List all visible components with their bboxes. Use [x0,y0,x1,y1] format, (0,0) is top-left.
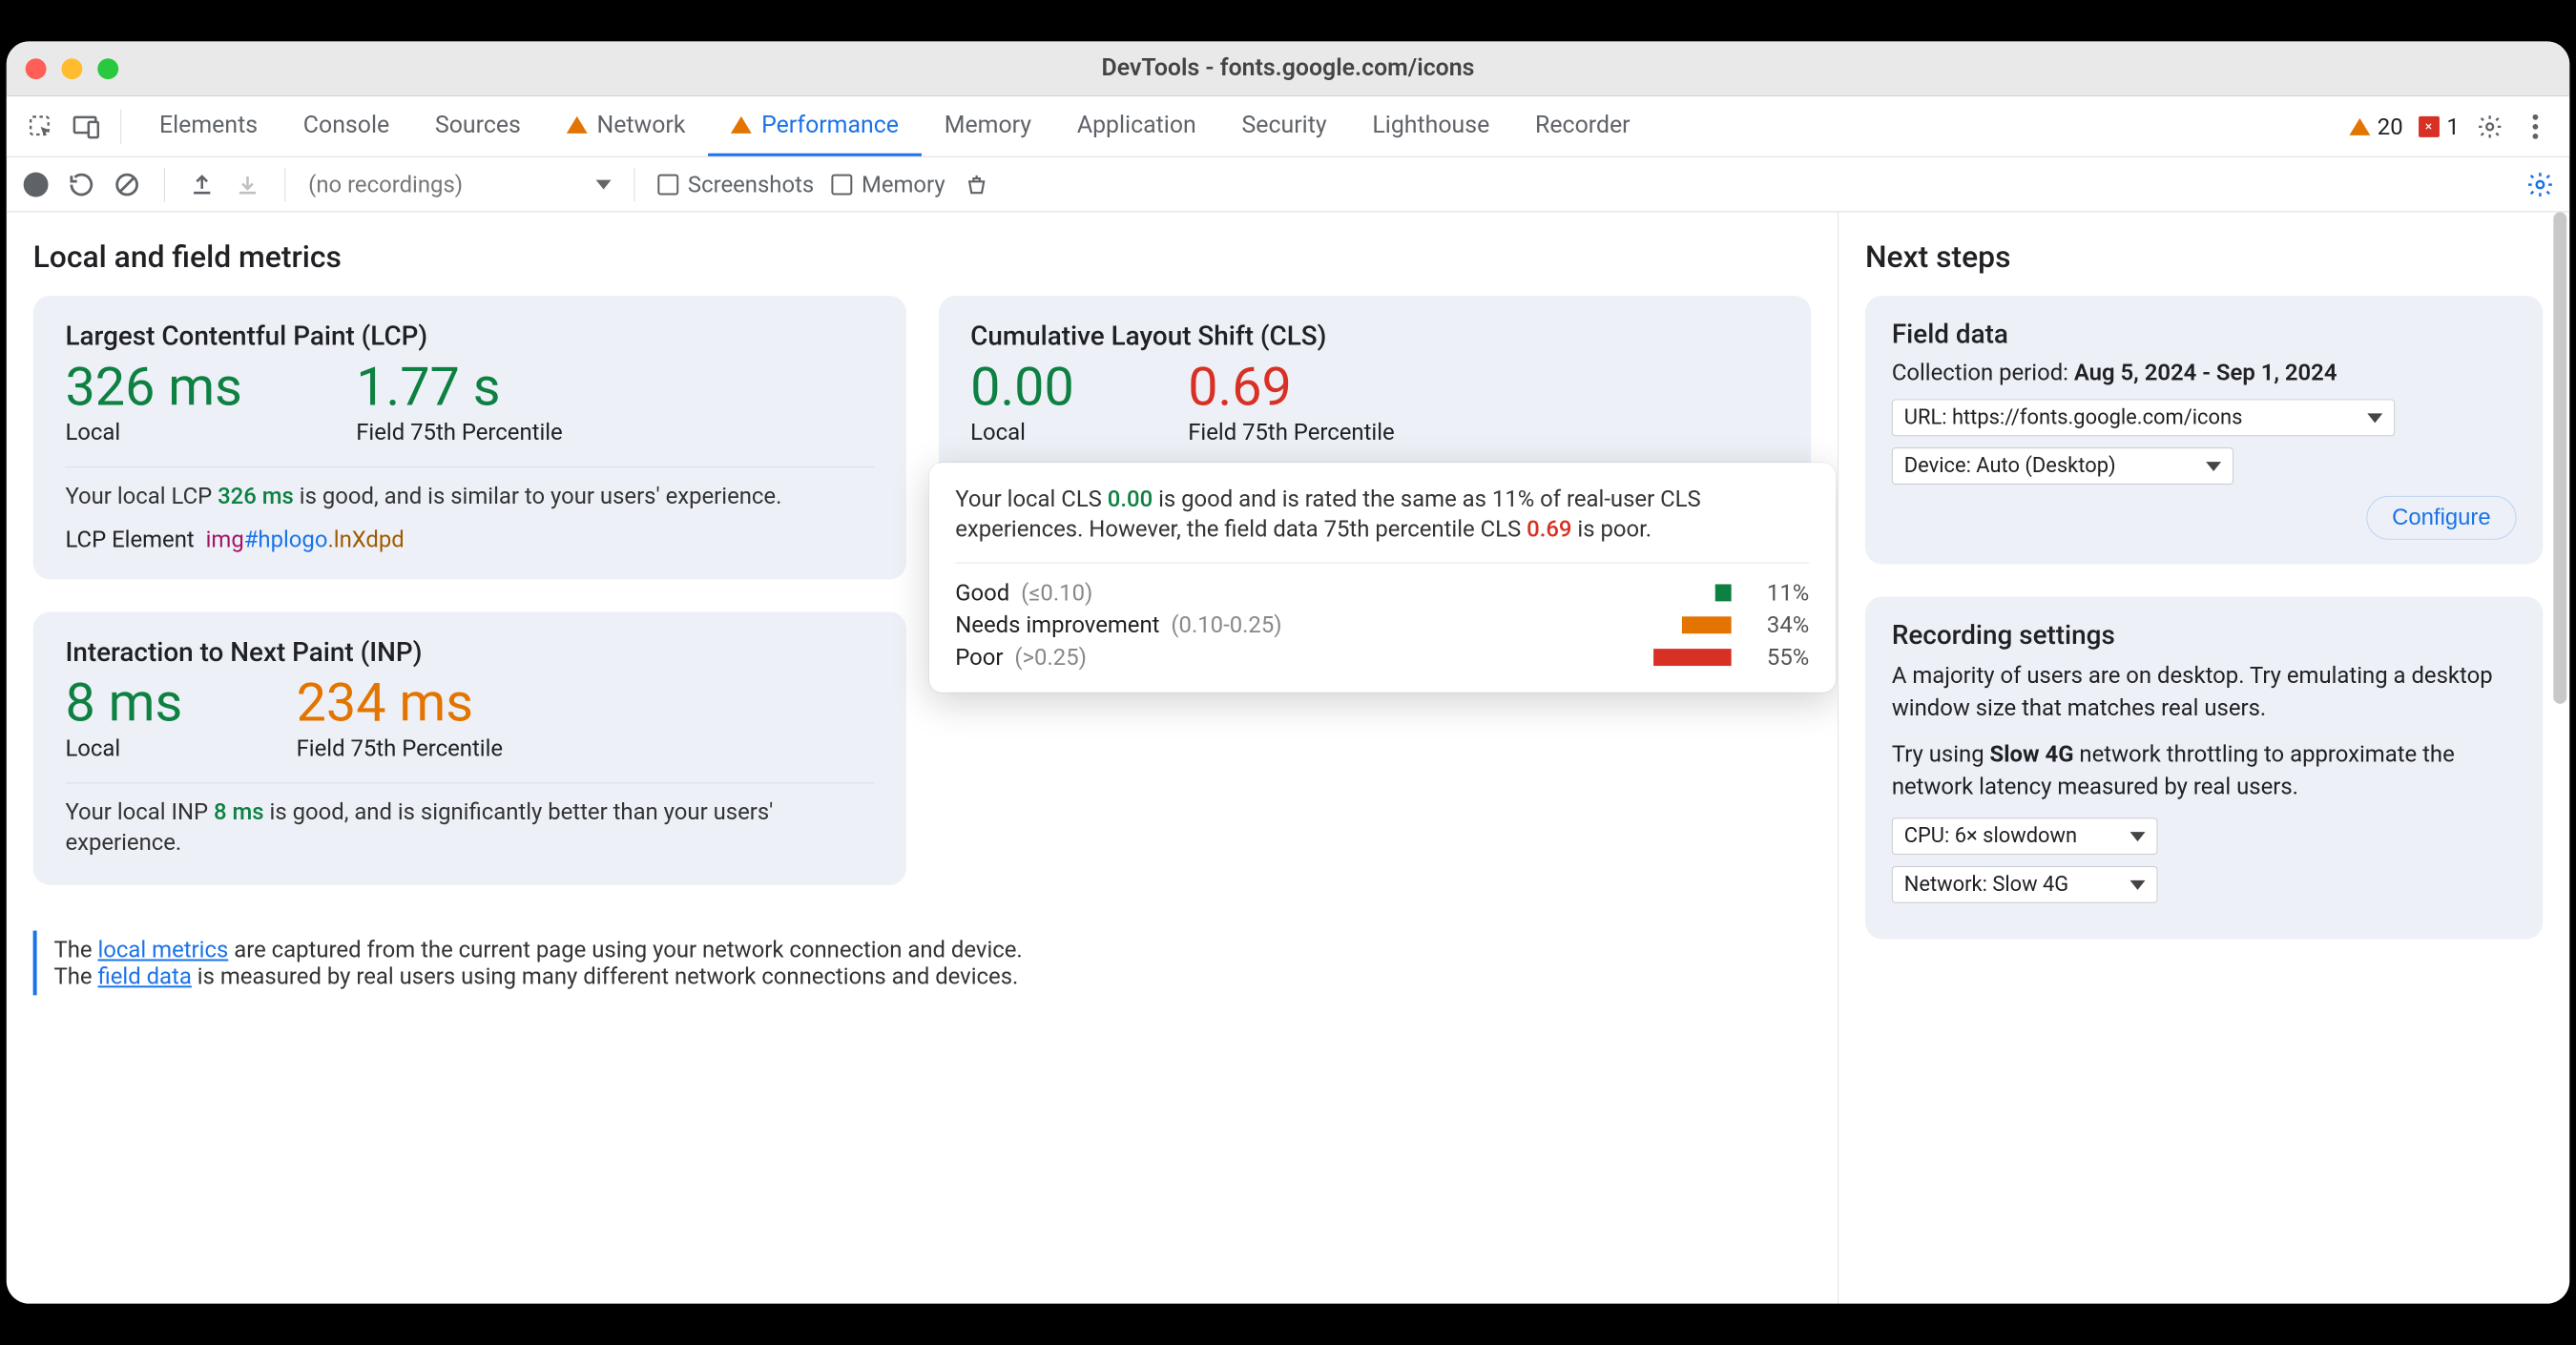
metrics-pane: Local and field metrics Largest Contentf… [7,212,1839,1303]
clear-button[interactable] [113,170,141,198]
devtools-tabbar: ElementsConsoleSourcesNetworkPerformance… [7,96,2570,157]
lcp-title: Largest Contentful Paint (LCP) [65,321,873,352]
devtools-window: DevTools - fonts.google.com/icons Elemen… [7,41,2570,1303]
recording-settings-panel: Recording settings A majority of users a… [1865,596,2543,940]
error-square-icon: × [2419,115,2440,136]
warning-triangle-icon [567,116,588,134]
upload-trace-button[interactable] [188,170,217,198]
recordings-select[interactable]: (no recordings) [308,171,611,197]
cls-field-value: 0.69 [1188,360,1394,416]
tab-elements[interactable]: Elements [136,96,280,156]
cls-card: Cumulative Layout Shift (CLS) 0.00 Local… [938,296,1811,580]
cls-local-value: 0.00 [970,360,1074,416]
performance-toolbar: (no recordings) Screenshots Memory [7,157,2570,213]
tab-sources[interactable]: Sources [412,96,544,156]
tab-lighthouse[interactable]: Lighthouse [1350,96,1513,156]
warning-triangle-icon [731,116,752,134]
url-select[interactable]: URL: https://fonts.google.com/icons [1892,399,2395,436]
inp-local-label: Local [65,735,182,762]
download-trace-button[interactable] [234,170,262,198]
dropdown-caret-icon [2130,880,2146,890]
tab-memory[interactable]: Memory [922,96,1054,156]
cls-field-label: Field 75th Percentile [1188,419,1394,445]
warning-count: 20 [2378,113,2403,139]
more-vert-icon[interactable] [2517,107,2555,145]
configure-button[interactable]: Configure [2366,496,2516,540]
recording-tip-2: Try using Slow 4G network throttling to … [1892,739,2517,803]
cls-dist-row: Needs improvement (0.10-0.25)34% [955,609,1809,641]
tab-security[interactable]: Security [1219,96,1350,156]
garbage-collect-button[interactable] [963,170,991,198]
recording-tip-1: A majority of users are on desktop. Try … [1892,660,2517,724]
cpu-throttle-select[interactable]: CPU: 6× slowdown [1892,818,2158,856]
dropdown-caret-icon [2130,832,2146,841]
lcp-card: Largest Contentful Paint (LCP) 326 ms Lo… [33,296,906,580]
lcp-local-label: Local [65,419,241,445]
reload-record-button[interactable] [67,170,95,198]
inp-card: Interaction to Next Paint (INP) 8 ms Loc… [33,612,906,885]
screenshots-checkbox[interactable]: Screenshots [657,171,814,197]
cls-dist-row: Poor (>0.25)55% [955,641,1809,673]
inp-field-label: Field 75th Percentile [297,735,503,762]
tab-recorder[interactable]: Recorder [1512,96,1652,156]
tab-performance[interactable]: Performance [708,96,922,156]
inp-field-value: 234 ms [297,675,503,732]
panel-settings-gear-icon[interactable] [2525,170,2554,198]
local-metrics-link[interactable]: local metrics [97,936,228,962]
lcp-field-value: 1.77 s [356,360,562,416]
dropdown-caret-icon [595,179,611,189]
issues-warning-badge[interactable]: 20 [2345,111,2407,141]
field-data-panel: Field data Collection period: Aug 5, 202… [1865,296,2543,565]
error-count: 1 [2446,113,2459,139]
inp-title: Interaction to Next Paint (INP) [65,636,873,668]
dropdown-caret-icon [2367,413,2382,423]
recordings-placeholder: (no recordings) [308,171,463,197]
main-heading: Local and field metrics [33,238,1812,275]
inspect-icon[interactable] [22,107,60,145]
memory-checkbox[interactable]: Memory [831,171,945,197]
collection-period: Collection period: Aug 5, 2024 - Sep 1, … [1892,360,2517,386]
tab-network[interactable]: Network [544,96,709,156]
dropdown-caret-icon [2206,462,2221,471]
record-button[interactable] [22,170,51,198]
titlebar: DevTools - fonts.google.com/icons [7,41,2570,96]
lcp-local-value: 326 ms [65,360,241,416]
device-toolbar-icon[interactable] [67,107,105,145]
metrics-info-tip: The local metrics are captured from the … [33,930,1812,995]
next-steps-pane: Next steps Field data Collection period:… [1839,212,2569,1303]
settings-gear-icon[interactable] [2471,107,2509,145]
tab-console[interactable]: Console [280,96,412,156]
field-data-title: Field data [1892,319,2517,350]
lcp-description: Your local LCP 326 ms is good, and is si… [65,481,873,511]
recording-settings-title: Recording settings [1892,619,2517,651]
network-throttle-select[interactable]: Network: Slow 4G [1892,866,2158,903]
field-data-link[interactable]: field data [97,962,191,989]
inp-description: Your local INP 8 ms is good, and is sign… [65,797,873,858]
device-select[interactable]: Device: Auto (Desktop) [1892,447,2233,485]
side-heading: Next steps [1865,238,2543,275]
issues-error-badge[interactable]: × 1 [2415,111,2463,141]
inp-local-value: 8 ms [65,675,182,732]
lcp-element-row[interactable]: LCP Element img#hplogo.lnXdpd [65,527,873,553]
lcp-field-label: Field 75th Percentile [356,419,562,445]
lcp-element-label: LCP Element [65,527,194,553]
cls-popover-text: Your local CLS 0.00 is good and is rated… [955,484,1809,545]
tab-application[interactable]: Application [1054,96,1219,156]
content-area: Local and field metrics Largest Contentf… [7,212,2570,1303]
cls-local-label: Local [970,419,1074,445]
warning-triangle-icon [2349,117,2370,134]
cls-distribution-popover: Your local CLS 0.00 is good and is rated… [928,463,1836,693]
window-title: DevTools - fonts.google.com/icons [7,54,2570,82]
cls-dist-row: Good (≤0.10)11% [955,576,1809,609]
cls-title: Cumulative Layout Shift (CLS) [970,321,1778,352]
separator [120,109,121,143]
